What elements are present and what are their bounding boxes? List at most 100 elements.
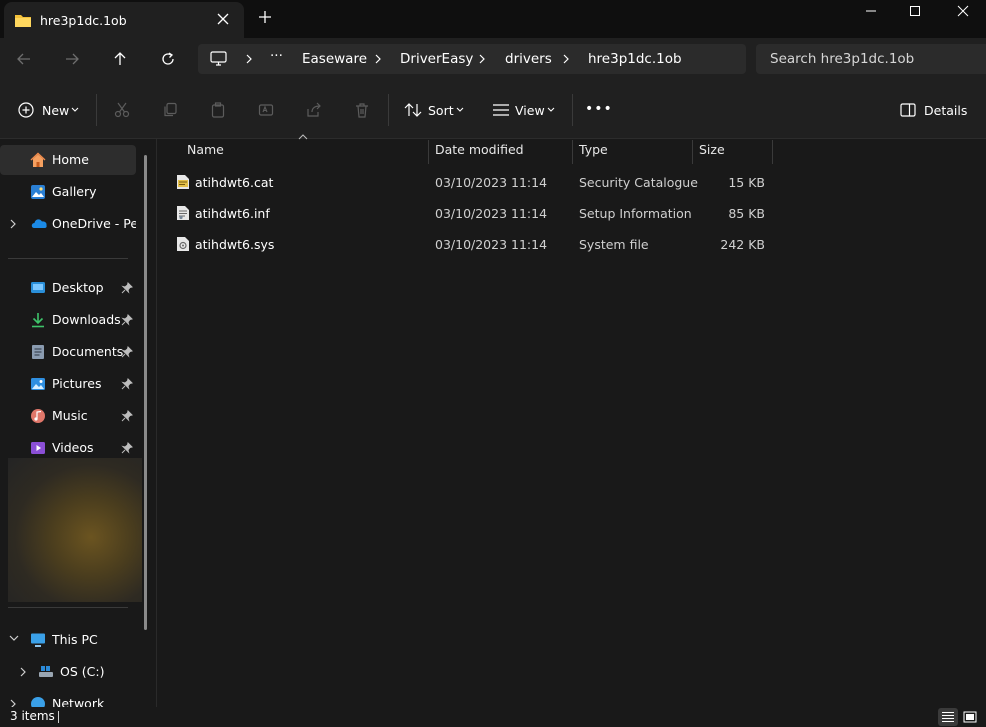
pin-icon[interactable] <box>121 314 133 326</box>
column-header-date-modified[interactable]: Date modified <box>435 142 524 162</box>
sidebar-item-network[interactable]: Network <box>0 689 140 707</box>
refresh-button[interactable] <box>152 43 184 75</box>
address-bar[interactable]: ··· Easeware DriverEasy drivers hre3p1dc… <box>198 44 746 74</box>
tab-active[interactable]: hre3p1dc.1ob <box>4 2 244 38</box>
chevron-down-icon <box>71 107 79 113</box>
catalog-file-icon <box>176 174 190 190</box>
back-button[interactable] <box>8 43 40 75</box>
file-size: 15 KB <box>728 175 765 190</box>
chevron-right-icon[interactable] <box>9 219 17 229</box>
sidebar-item-this-pc[interactable]: This PC <box>0 625 140 655</box>
up-button[interactable] <box>104 43 136 75</box>
share-icon[interactable] <box>306 102 322 118</box>
sidebar-item-music[interactable]: Music <box>0 401 140 431</box>
sidebar-item-onedrive[interactable]: OneDrive - Personal <box>0 209 140 239</box>
cut-icon[interactable] <box>114 102 130 118</box>
breadcrumb-drivers[interactable]: drivers <box>505 51 552 67</box>
close-window-button[interactable] <box>940 0 986 22</box>
sidebar-divider <box>8 607 128 608</box>
new-tab-button[interactable] <box>258 10 272 24</box>
sidebar-item-label: Network <box>52 696 105 707</box>
chevron-down-icon <box>456 107 464 113</box>
folder-icon <box>14 12 32 28</box>
chevron-right-icon[interactable] <box>9 699 17 707</box>
back-arrow-icon <box>17 53 30 65</box>
column-header-size[interactable]: Size <box>699 142 725 162</box>
pin-icon[interactable] <box>121 346 133 358</box>
large-icons-view-button[interactable] <box>960 708 980 726</box>
pin-icon[interactable] <box>121 410 133 422</box>
column-divider[interactable] <box>692 140 693 164</box>
close-tab-icon[interactable] <box>217 13 229 25</box>
file-name: atihdwt6.inf <box>195 206 270 221</box>
videos-folder-icon <box>30 440 46 456</box>
sidebar-item-os-drive[interactable]: OS (C:) <box>0 657 140 687</box>
up-arrow-icon <box>114 52 126 65</box>
file-row[interactable]: atihdwt6.sys 03/10/2023 11:14 System fil… <box>170 229 772 259</box>
command-bar: New Sort View ••• Details <box>0 82 986 139</box>
file-type: System file <box>579 237 649 252</box>
sidebar-item-desktop[interactable]: Desktop <box>0 273 140 303</box>
sidebar-scrollbar[interactable] <box>144 155 147 630</box>
view-button[interactable]: View <box>486 94 562 126</box>
sidebar-item-documents[interactable]: Documents <box>0 337 140 367</box>
search-input[interactable]: Search hre3p1dc.1ob <box>756 44 986 74</box>
minimize-button[interactable] <box>848 0 894 22</box>
details-view-button[interactable] <box>938 708 958 726</box>
breadcrumb-current-folder[interactable]: hre3p1dc.1ob <box>588 51 682 67</box>
sort-icon <box>404 102 422 118</box>
paste-icon[interactable] <box>210 102 226 118</box>
pictures-folder-icon <box>30 376 46 392</box>
breadcrumb-more[interactable]: ··· <box>270 48 283 64</box>
chevron-right-icon[interactable] <box>19 667 27 677</box>
forward-button[interactable] <box>56 43 88 75</box>
sort-button[interactable]: Sort <box>398 94 472 126</box>
new-button[interactable]: New <box>10 94 84 126</box>
sidebar-item-label: Downloads <box>52 312 121 327</box>
sidebar-item-label: OS (C:) <box>60 664 105 679</box>
more-options-button[interactable]: ••• <box>582 98 612 122</box>
status-bar: 3 items <box>0 707 986 727</box>
tab-title: hre3p1dc.1ob <box>40 13 127 28</box>
sidebar-item-downloads[interactable]: Downloads <box>0 305 140 335</box>
column-divider[interactable] <box>428 140 429 164</box>
column-divider[interactable] <box>772 140 773 164</box>
chevron-down-icon[interactable] <box>9 634 19 642</box>
details-view-icon <box>942 712 954 722</box>
sidebar-item-pictures[interactable]: Pictures <box>0 369 140 399</box>
breadcrumb-easeware[interactable]: Easeware <box>302 51 367 67</box>
delete-icon[interactable] <box>354 102 370 118</box>
rename-icon[interactable] <box>258 102 274 118</box>
pin-icon[interactable] <box>121 378 133 390</box>
search-placeholder: Search hre3p1dc.1ob <box>770 51 915 67</box>
view-list-icon <box>492 103 510 117</box>
breadcrumb-drivereasy[interactable]: DriverEasy <box>400 51 473 67</box>
sidebar-item-home[interactable]: Home <box>0 145 136 175</box>
details-button[interactable]: Details <box>894 94 970 126</box>
network-icon <box>30 696 46 707</box>
breadcrumb-chevron-icon <box>374 54 382 64</box>
pin-icon[interactable] <box>121 442 133 454</box>
sidebar-item-label: OneDrive - Personal <box>52 216 136 231</box>
column-divider[interactable] <box>572 140 573 164</box>
file-date: 03/10/2023 11:14 <box>435 237 548 252</box>
item-count: 3 items <box>10 709 55 723</box>
column-header-name[interactable]: Name <box>187 142 224 162</box>
sidebar-item-label: Desktop <box>52 280 104 295</box>
navigation-pane: Home Gallery OneDrive - Personal Desktop… <box>0 139 156 707</box>
chevron-down-icon <box>547 107 555 113</box>
maximize-button[interactable] <box>892 0 938 22</box>
column-header-type[interactable]: Type <box>579 142 608 162</box>
pane-divider[interactable] <box>156 139 157 707</box>
file-row[interactable]: atihdwt6.cat 03/10/2023 11:14 Security C… <box>170 167 772 197</box>
refresh-icon <box>162 52 174 65</box>
sidebar-item-label: This PC <box>52 632 98 647</box>
sidebar-item-gallery[interactable]: Gallery <box>0 177 140 207</box>
drive-icon <box>38 664 54 680</box>
file-name: atihdwt6.sys <box>195 237 275 252</box>
copy-icon[interactable] <box>162 102 178 118</box>
music-folder-icon <box>30 408 46 424</box>
file-type: Setup Information <box>579 206 692 221</box>
pin-icon[interactable] <box>121 282 133 294</box>
file-row[interactable]: atihdwt6.inf 03/10/2023 11:14 Setup Info… <box>170 198 772 228</box>
